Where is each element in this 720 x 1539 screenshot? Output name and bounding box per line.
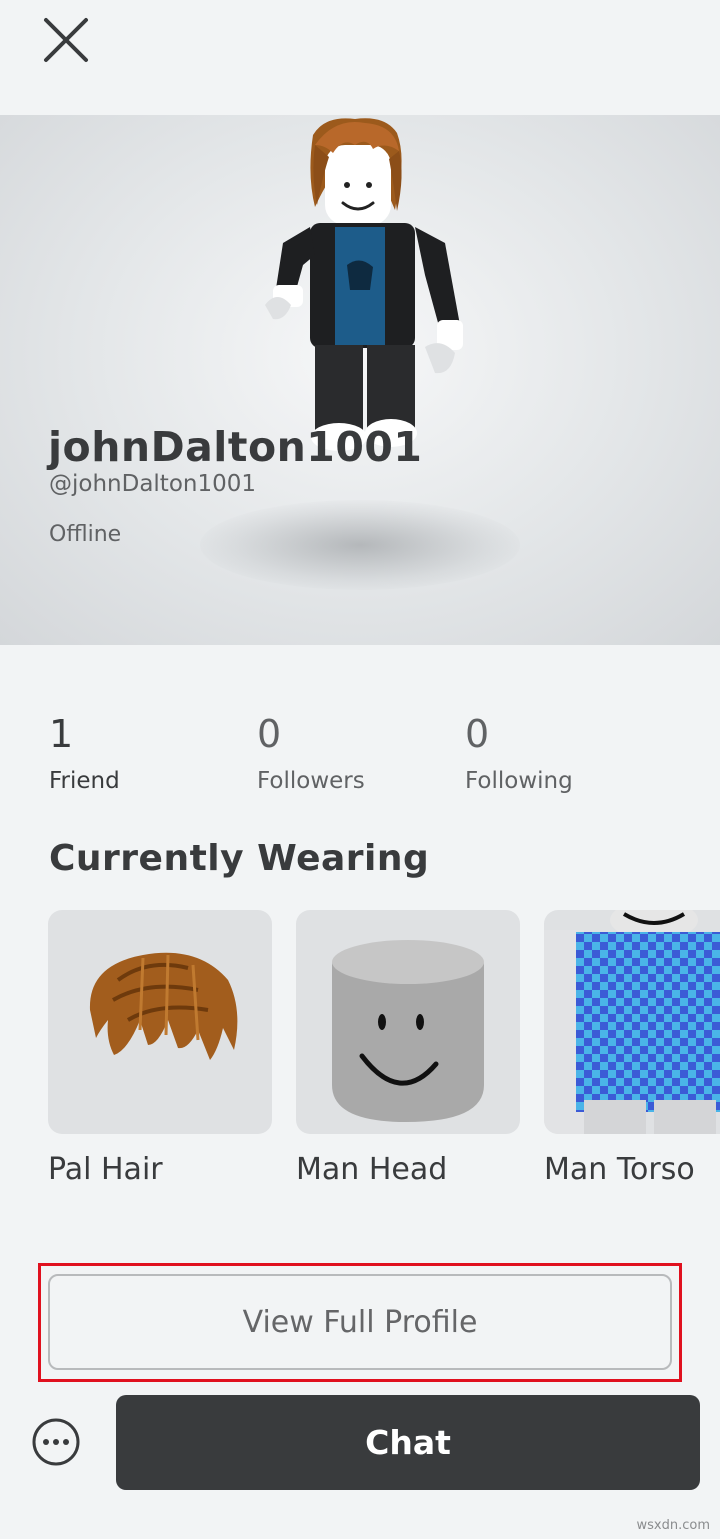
- username: @johnDalton1001: [49, 471, 257, 497]
- stat-count: 1: [49, 712, 74, 756]
- view-full-profile-button[interactable]: View Full Profile: [48, 1274, 672, 1370]
- item-name: Man Torso: [544, 1152, 695, 1187]
- display-name: johnDalton1001: [48, 423, 423, 471]
- stat-count: 0: [465, 712, 490, 756]
- top-bar: [0, 0, 720, 115]
- avatar-figure: [265, 118, 463, 451]
- more-options-icon: [32, 1418, 80, 1466]
- section-title-currently-wearing: Currently Wearing: [49, 838, 430, 879]
- stat-label: Following: [465, 768, 573, 794]
- stat-label: Friend: [49, 768, 120, 794]
- stat-count: 0: [257, 712, 282, 756]
- wearing-item-man-head[interactable]: Man Head: [296, 910, 520, 1187]
- hair-icon: [89, 952, 238, 1060]
- online-status: Offline: [49, 522, 122, 547]
- item-name: Pal Hair: [48, 1152, 163, 1187]
- item-thumbnail: [296, 910, 520, 1134]
- wearing-carousel[interactable]: Pal Hair Man Head Man Torso: [48, 910, 720, 1200]
- wearing-item-pal-hair[interactable]: Pal Hair: [48, 910, 272, 1187]
- stat-following[interactable]: 0 Following: [465, 712, 573, 794]
- item-thumbnail: [48, 910, 272, 1134]
- torso-icon: [544, 910, 720, 1134]
- close-button[interactable]: [38, 12, 94, 68]
- stat-followers[interactable]: 0 Followers: [257, 712, 365, 794]
- avatar-shadow: [200, 500, 520, 590]
- chat-button[interactable]: Chat: [116, 1395, 700, 1490]
- wearing-item-man-torso[interactable]: Man Torso: [544, 910, 720, 1187]
- watermark: wsxdn.com: [636, 1518, 711, 1533]
- head-icon: [332, 940, 484, 1122]
- more-options-button[interactable]: [32, 1418, 80, 1466]
- profile-stats: 1 Friend 0 Followers 0 Following: [49, 712, 689, 802]
- stat-friends[interactable]: 1 Friend: [49, 712, 120, 794]
- close-icon: [44, 18, 88, 62]
- item-thumbnail: [544, 910, 720, 1134]
- item-name: Man Head: [296, 1152, 448, 1187]
- stat-label: Followers: [257, 768, 365, 794]
- avatar-hero: johnDalton1001 @johnDalton1001 Offline: [0, 115, 720, 645]
